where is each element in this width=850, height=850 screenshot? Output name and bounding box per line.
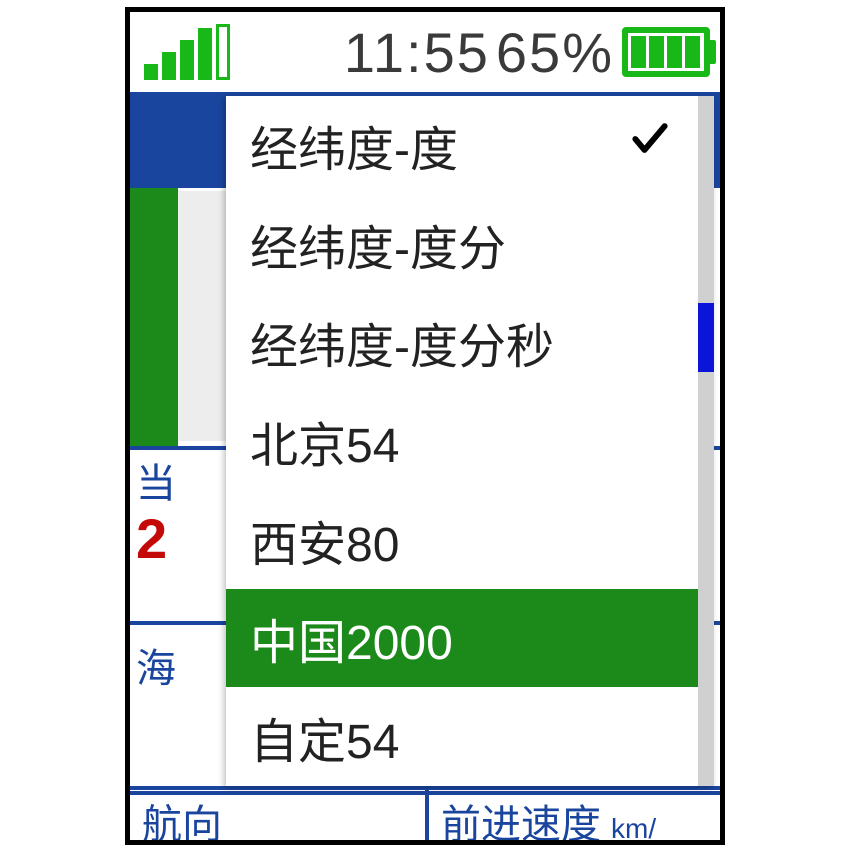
list-item-label: 中国2000 <box>250 603 453 673</box>
list-item[interactable]: 西安80 <box>226 490 698 589</box>
footer-speed-unit: km/ <box>611 813 656 844</box>
bg-row2-label: 海 <box>136 636 176 694</box>
list-item-label: 经纬度-度 <box>250 110 458 180</box>
bg-row1-value: 2 <box>136 506 167 571</box>
device-screen: 11:55 65% 当 2 海 航向 前进速度 km/ 经纬度-度 <box>125 7 725 845</box>
scrollbar[interactable] <box>698 96 714 786</box>
battery-icon <box>622 27 710 77</box>
list-item[interactable]: 经纬度-度分 <box>226 195 698 294</box>
list-item[interactable]: 自定54 <box>226 687 698 786</box>
scrollbar-thumb[interactable] <box>698 303 714 372</box>
footer-row: 航向 前进速度 km/ <box>130 786 720 840</box>
list-item[interactable]: 经纬度-度 <box>226 96 698 195</box>
list-item[interactable]: 经纬度-度分秒 <box>226 293 698 392</box>
bg-row1-label: 当 <box>136 451 176 509</box>
list-item[interactable]: 北京54 <box>226 392 698 491</box>
coord-format-popup: 经纬度-度 经纬度-度分 经纬度-度分秒 北京54 西安80 中国2000 自 <box>226 96 714 786</box>
status-bar: 11:55 65% <box>130 12 720 92</box>
status-time: 11:55 <box>230 20 496 85</box>
signal-icon <box>144 24 230 80</box>
list-item-label: 经纬度-度分秒 <box>250 307 554 377</box>
status-battery-pct: 65% <box>496 20 614 85</box>
list-item-label: 自定54 <box>250 702 399 772</box>
list-item[interactable]: 中国2000 <box>226 589 698 688</box>
list-item-label: 经纬度-度分 <box>250 209 506 279</box>
coord-format-list[interactable]: 经纬度-度 经纬度-度分 经纬度-度分秒 北京54 西安80 中国2000 自 <box>226 96 698 786</box>
footer-speed-label: 前进速度 km/ <box>425 790 720 840</box>
footer-heading-label: 航向 <box>130 790 425 840</box>
list-item-label: 西安80 <box>250 505 399 575</box>
check-icon <box>628 117 672 173</box>
list-item-label: 北京54 <box>250 406 399 476</box>
